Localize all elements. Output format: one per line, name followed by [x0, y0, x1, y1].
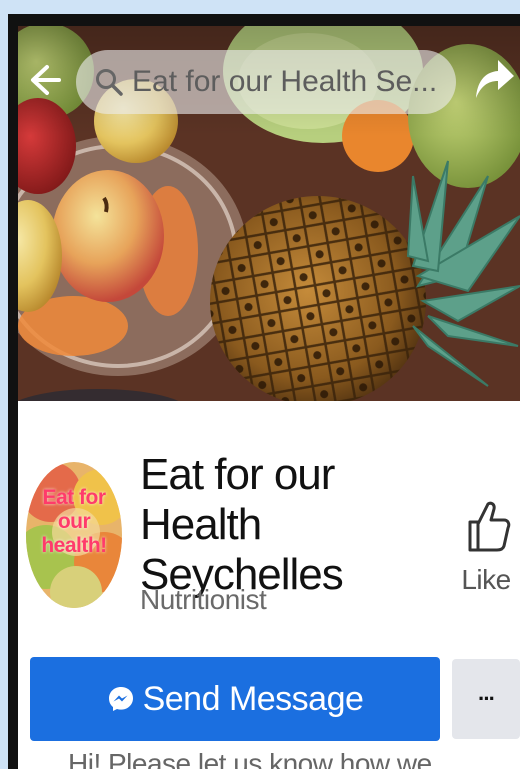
page-category: Nutritionist	[140, 584, 267, 615]
search-icon	[96, 69, 123, 96]
page-avatar[interactable]: Eat for our health!	[26, 462, 122, 608]
thumbs-up-icon	[468, 501, 511, 552]
send-message-button[interactable]: Send Message	[30, 657, 440, 741]
page-title: Eat for our Health Seychelles	[140, 450, 344, 599]
search-bar[interactable]: Eat for our Health Se...	[76, 50, 456, 114]
screen: Eat for our Health Se... Eat for our hea…	[18, 26, 520, 769]
search-text: Eat for our Health Se...	[132, 65, 438, 98]
more-icon: ···	[478, 686, 496, 711]
greeting-text: Hi! Please let us know how we...	[68, 748, 454, 769]
like-label: Like	[461, 564, 511, 595]
like-button[interactable]: Like	[458, 496, 518, 606]
avatar-text: Eat for our health!	[41, 486, 107, 557]
messenger-icon	[108, 687, 133, 711]
send-message-label: Send Message	[142, 679, 364, 718]
share-arrow-icon	[476, 60, 514, 98]
phone-frame: Eat for our Health Se... Eat for our hea…	[8, 14, 520, 769]
more-options-button[interactable]: ···	[452, 659, 520, 739]
share-button[interactable]	[474, 56, 516, 102]
arrow-left-icon	[31, 65, 61, 95]
back-button[interactable]	[24, 58, 64, 102]
